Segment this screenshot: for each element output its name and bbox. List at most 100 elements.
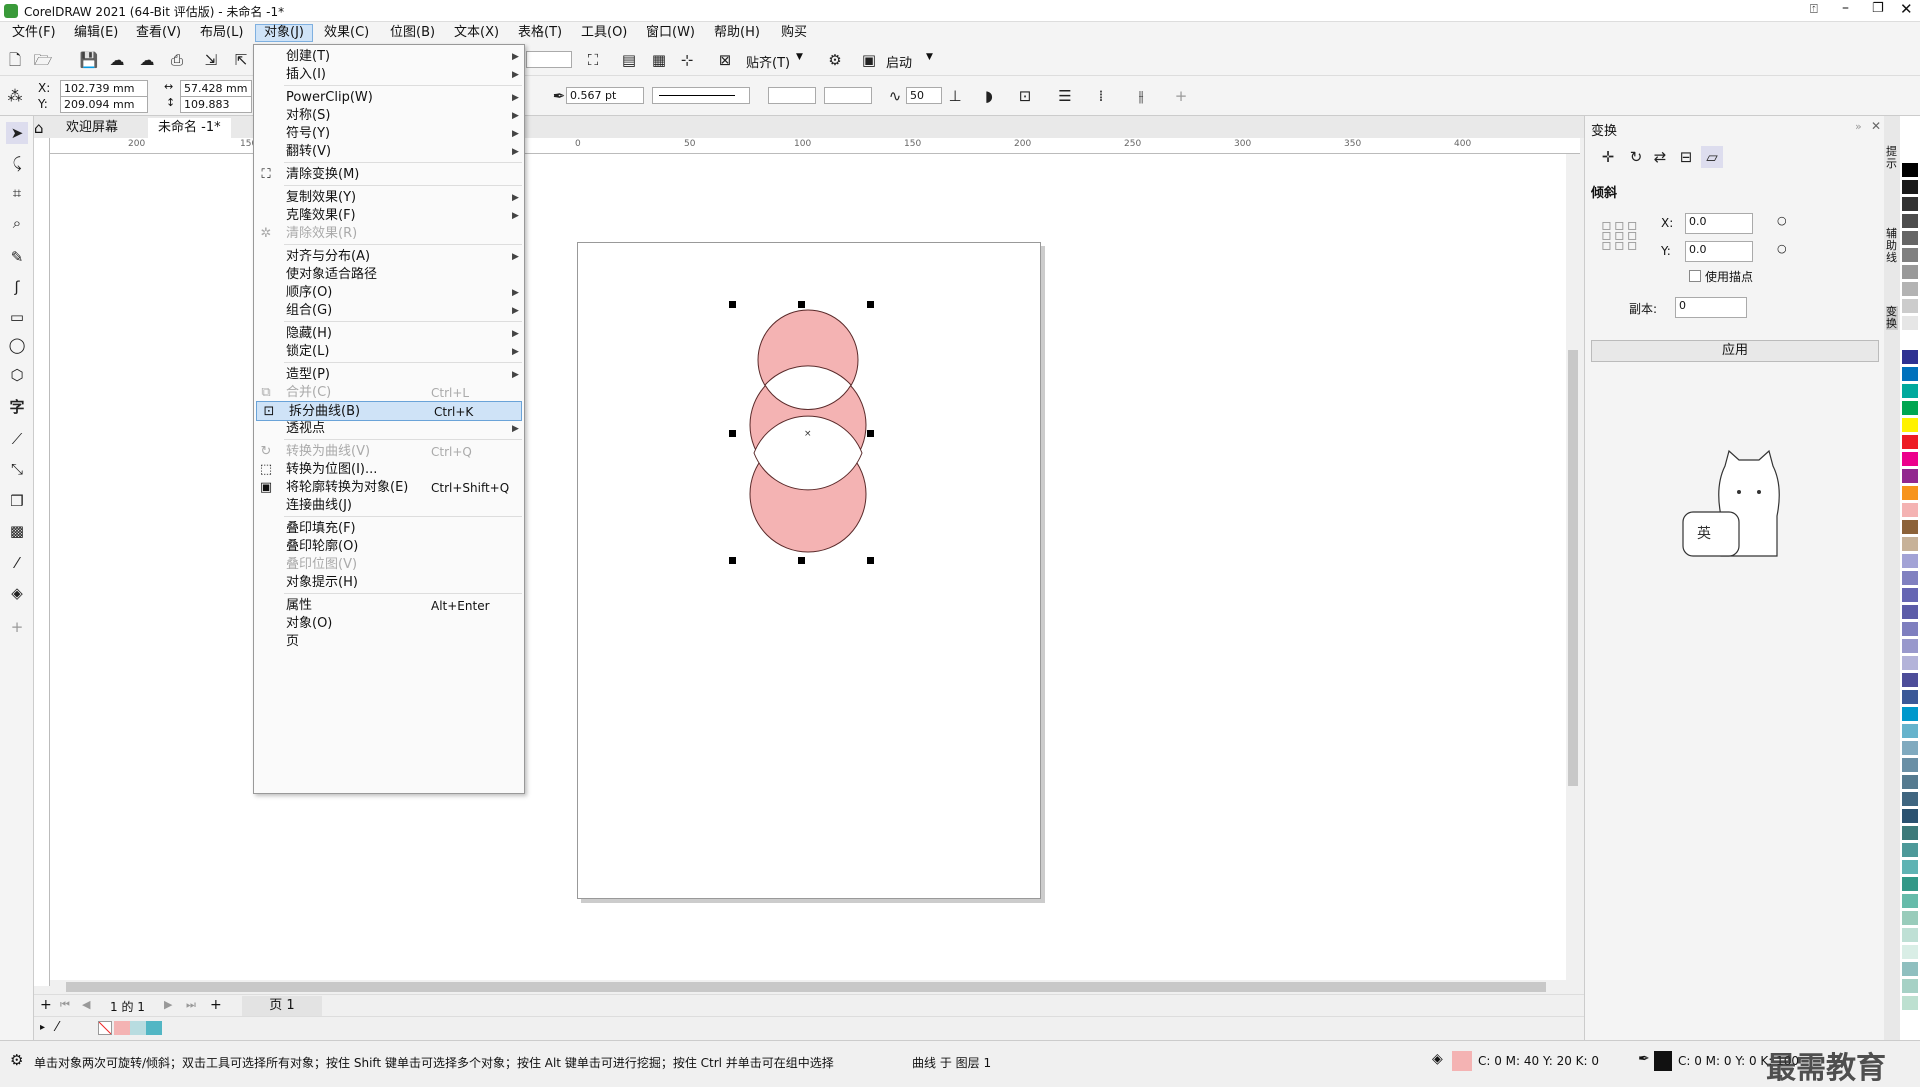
export-icon[interactable]: ⇱ [230,49,252,71]
artistic-media-icon[interactable]: ʃ [6,276,28,298]
copies-field[interactable]: 0 [1675,297,1747,318]
artwork-svg[interactable]: × [730,300,890,570]
parallel-dimension-icon[interactable]: ⟋ [6,428,28,450]
menu-item[interactable]: 组合(G) ▶ [254,301,524,321]
menu-item[interactable]: 插入(I) ▶ [254,65,524,85]
palette-swatch[interactable] [1902,333,1918,348]
width-field[interactable]: 57.428 mm [180,80,252,97]
palette-swatch[interactable] [1902,588,1918,603]
palette-swatch[interactable] [1902,724,1918,739]
tab-welcome[interactable]: 欢迎屏幕 [56,118,128,138]
gear-icon[interactable]: ⚙ [10,1051,23,1069]
palette-swatch[interactable] [1902,826,1918,841]
outline-width-field[interactable]: 0.567 pt [566,87,644,104]
last-page-icon[interactable]: ⏭ [186,998,196,1012]
selection-handle[interactable] [867,301,874,308]
palette-swatch[interactable] [1902,894,1918,909]
menu-table[interactable]: 表格(T) [510,24,570,42]
menu-item[interactable]: 复制效果(Y) ▶ [254,188,524,208]
palette-swatch[interactable] [1902,843,1918,858]
rectangle-tool-icon[interactable]: ▭ [6,306,28,328]
menu-item[interactable]: ⊡ 拆分曲线(B) Ctrl+K [256,401,522,421]
snap-off-icon[interactable]: ⊠ [714,49,736,71]
palette-swatch[interactable] [1902,265,1918,280]
menu-effects[interactable]: 效果(C) [316,24,377,42]
eyedropper-icon[interactable]: ⁄ [6,552,28,574]
menu-item[interactable]: 对象提示(H) [254,573,524,593]
palette-swatch[interactable] [1902,401,1918,416]
menu-item[interactable]: 透视点 ▶ [254,419,524,439]
menu-edit[interactable]: 编辑(E) [66,24,126,42]
palette-swatch[interactable] [1902,180,1918,195]
zoom-tool-icon[interactable]: ⌕ [6,212,28,234]
palette-swatch[interactable] [1902,622,1918,637]
menu-item[interactable]: 符号(Y) ▶ [254,124,524,144]
print-icon[interactable]: ⎙ [166,49,188,71]
menu-window[interactable]: 窗口(W) [638,24,703,42]
open-icon[interactable]: 🗁 [32,49,54,71]
eyedropper-icon[interactable]: ⁄ [56,1020,58,1035]
menu-file[interactable]: 文件(F) [4,24,64,42]
position-icon[interactable]: ✛ [1597,146,1619,168]
new-icon[interactable]: 🗋 [4,49,26,71]
selection-handle[interactable] [867,430,874,437]
full-screen-icon[interactable]: ⛶ [582,49,604,71]
light-blue-swatch[interactable] [130,1021,146,1035]
palette-swatch[interactable] [1902,758,1918,773]
selection-handle[interactable] [798,557,805,564]
apply-button[interactable]: 应用 [1591,340,1879,362]
transparency-icon[interactable]: ▩ [6,520,28,542]
menu-item[interactable]: 对称(S) ▶ [254,106,524,126]
y-position-field[interactable]: 209.094 mm [60,96,148,113]
prev-page-icon[interactable]: ◀ [82,998,90,1011]
palette-swatch[interactable] [1902,571,1918,586]
close-curve-icon[interactable]: ◗ [978,85,1000,107]
text-tool-icon[interactable]: 字 [6,396,28,418]
palette-swatch[interactable] [1902,197,1918,212]
palette-arrow-icon[interactable]: ▸ [40,1022,45,1033]
object-origin-icon[interactable]: ⁂ [4,85,26,107]
tab-hints[interactable]: 提示 [1886,146,1898,170]
menu-item[interactable]: 使对象适合路径 [254,265,524,285]
menu-item[interactable]: 造型(P) ▶ [254,365,524,385]
selection-handle[interactable] [798,301,805,308]
interactive-fill-icon[interactable]: ◈ [6,582,28,604]
add-tool-icon[interactable]: + [6,616,28,638]
add-icon[interactable]: + [1170,85,1192,107]
selection-handle[interactable] [729,301,736,308]
cloud-upload-icon[interactable]: ☁ [136,49,158,71]
menu-item[interactable]: 属性 Alt+Enter [254,596,524,616]
pink-swatch[interactable] [114,1021,130,1035]
selection-handle[interactable] [729,430,736,437]
palette-swatch[interactable] [1902,860,1918,875]
close-icon[interactable]: ✕ [1871,119,1881,133]
cloud-download-icon[interactable]: ☁ [106,49,128,71]
menu-item[interactable]: 翻转(V) ▶ [254,142,524,162]
x-position-field[interactable]: 102.739 mm [60,80,148,97]
palette-swatch[interactable] [1902,775,1918,790]
tab-document[interactable]: 未命名 -1* [148,118,231,138]
menu-item[interactable]: 对齐与分布(A) ▶ [254,247,524,267]
menu-text[interactable]: 文本(X) [446,24,507,42]
palette-swatch[interactable] [1902,231,1918,246]
menu-item[interactable]: PowerClip(W) ▶ [254,88,524,108]
menu-item[interactable]: 叠印填充(F) [254,519,524,539]
launch-dropdown[interactable]: 启动 [886,52,912,71]
skew-y-field[interactable]: 0.0 [1685,241,1753,262]
drop-shadow-icon[interactable]: ❒ [6,490,28,512]
height-field[interactable]: 109.883 mm [180,96,252,126]
skew-x-field[interactable]: 0.0 [1685,213,1753,234]
use-anchor-checkbox[interactable] [1689,270,1701,282]
rulers-icon[interactable]: ▤ [618,49,640,71]
outline-swatch[interactable] [1654,1051,1672,1071]
menu-item[interactable]: 顺序(O) ▶ [254,283,524,303]
pin-icon[interactable]: ⍐ [1810,2,1818,17]
palette-swatch[interactable] [1902,639,1918,654]
freehand-tool-icon[interactable]: ✎ [6,246,28,268]
palette-swatch[interactable] [1902,248,1918,263]
menu-view[interactable]: 查看(V) [128,24,189,42]
no-color-swatch[interactable] [98,1021,112,1035]
palette-swatch[interactable] [1902,911,1918,926]
menu-item[interactable]: 隐藏(H) ▶ [254,324,524,344]
add-page-icon[interactable]: + [40,997,52,1013]
